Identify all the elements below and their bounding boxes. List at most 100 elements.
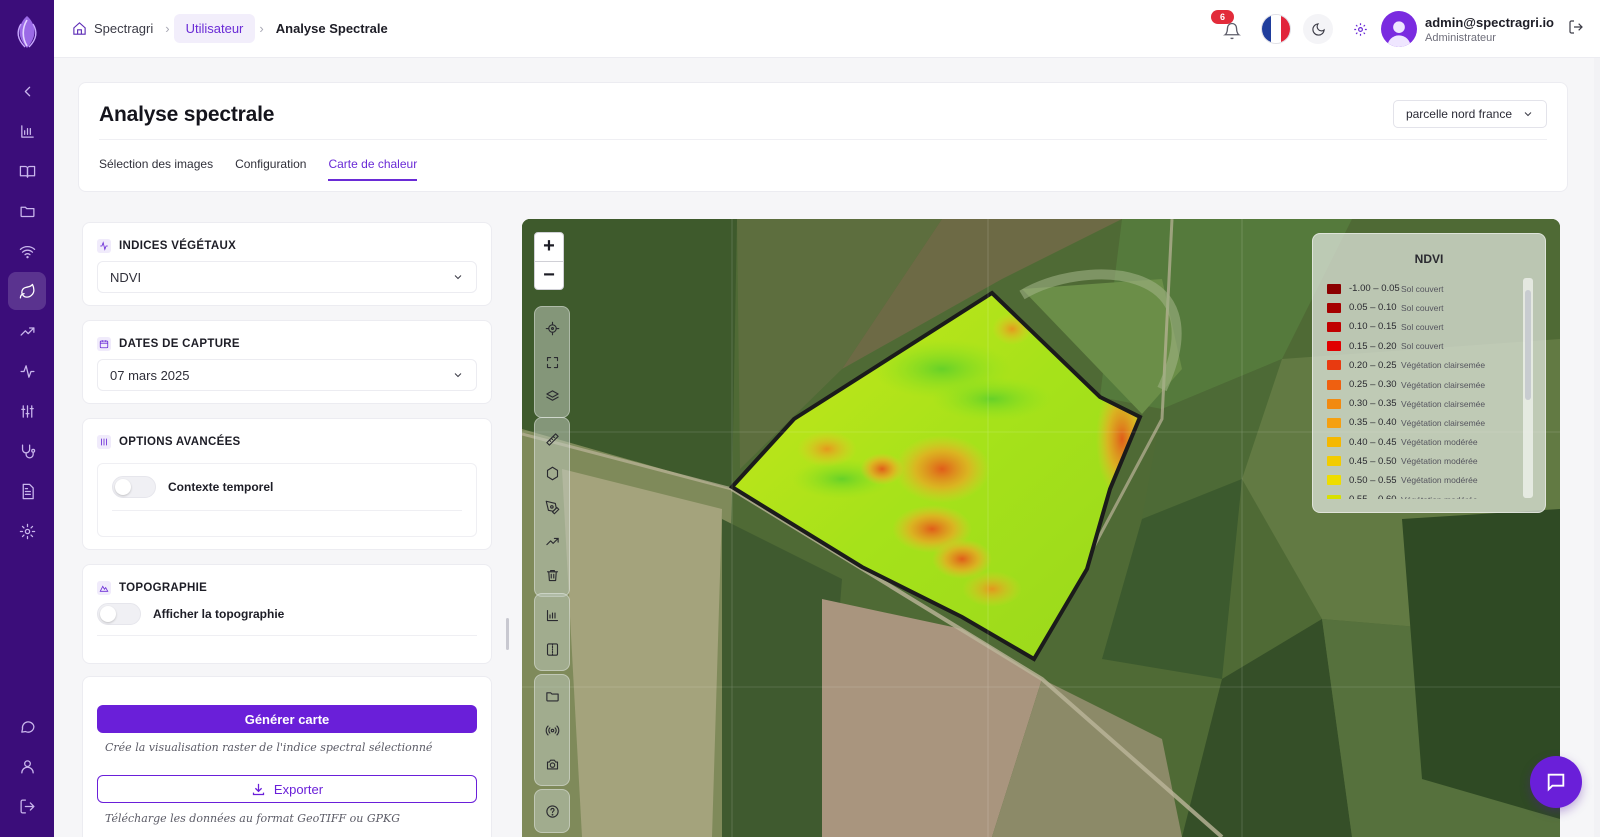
user-avatar-icon [1387, 21, 1411, 47]
measure-button[interactable] [537, 424, 567, 454]
breadcrumb-section[interactable]: Utilisateur [173, 14, 256, 43]
broadcast-icon [545, 725, 559, 735]
legend-swatch [1327, 341, 1341, 352]
tab-image-selection[interactable]: Sélection des images [99, 157, 213, 181]
trend-line-icon [545, 537, 559, 545]
legend-title: NDVI [1414, 252, 1444, 266]
export-button[interactable]: Exporter [97, 775, 477, 803]
gear-icon [1353, 22, 1367, 36]
ruler-icon [545, 432, 559, 446]
topography-toggle[interactable] [97, 603, 141, 625]
draw-line-button[interactable] [537, 526, 567, 556]
legend-scrollbar[interactable] [1523, 278, 1533, 498]
zoom-out-button[interactable]: − [535, 262, 563, 290]
advanced-options-panel: OPTIONS AVANCÉES Contexte temporel [82, 418, 492, 550]
draw-polygon-button[interactable] [537, 458, 567, 488]
bell-icon [1223, 22, 1241, 40]
legend-label: Végétation modérée [1401, 475, 1478, 486]
theme-toggle-button[interactable] [1303, 14, 1334, 44]
legend-label: Sol couvert [1401, 283, 1444, 294]
sliders-icon [97, 435, 111, 449]
legend-range: 0.30 – 0.35 [1349, 398, 1397, 410]
avatar[interactable] [1381, 11, 1418, 47]
fullscreen-icon [546, 356, 558, 368]
sidebar-item-dashboard-icon[interactable] [8, 112, 46, 150]
temporal-context-toggle[interactable] [112, 476, 156, 498]
parcel-select[interactable]: parcelle nord france [1392, 100, 1547, 128]
trash-icon [546, 569, 558, 581]
layers-button[interactable] [537, 381, 567, 411]
chart-button[interactable] [537, 600, 567, 630]
sidebar-item-logout-icon[interactable] [8, 787, 46, 825]
date-select[interactable]: 07 mars 2025 [97, 359, 477, 391]
legend-row: 0.40 – 0.45 Végétation modérée [1327, 433, 1519, 452]
ndvi-legend: NDVI -1.00 – 0.05 Sol couvert 0.05 – 0.10 S… [1312, 233, 1546, 513]
user-role: Administrateur [1425, 31, 1496, 44]
notifications-button[interactable]: 6 [1211, 10, 1245, 42]
logout-button[interactable] [1568, 19, 1588, 39]
legend-label: Végétation clairsemée [1401, 360, 1486, 371]
topography-label: Afficher la topographie [153, 607, 285, 621]
sidebar-item-leaf-icon[interactable] [8, 272, 46, 310]
compare-button[interactable] [537, 634, 567, 664]
legend-label: Végétation modérée [1401, 437, 1478, 448]
draw-pen-button[interactable] [537, 492, 567, 522]
bar-chart-icon [546, 609, 558, 621]
zoom-in-button[interactable]: + [535, 233, 563, 262]
legend-swatch [1327, 475, 1341, 486]
sidebar-item-stethoscope-icon[interactable] [8, 432, 46, 470]
sidebar-item-trend-icon[interactable] [8, 312, 46, 350]
legend-label: Sol couvert [1401, 341, 1444, 352]
map-tools-draw [534, 417, 570, 597]
legend-swatch [1327, 398, 1341, 409]
fullscreen-button[interactable] [537, 347, 567, 377]
sensor-button[interactable] [537, 715, 567, 745]
split-view-icon [546, 642, 558, 656]
sidebar-item-sliders-icon[interactable] [8, 392, 46, 430]
settings-button[interactable] [1345, 14, 1375, 44]
export-label: Exporter [273, 781, 324, 797]
sidebar-item-pulse-icon[interactable] [8, 352, 46, 390]
sidebar-item-report-icon[interactable] [8, 472, 46, 510]
sidebar-item-settings-icon[interactable] [8, 512, 46, 550]
sidebar-item-messages-icon[interactable] [8, 707, 46, 745]
collapse-sidebar-icon[interactable] [8, 72, 46, 110]
delete-button[interactable] [537, 560, 567, 590]
legend-swatch [1327, 379, 1341, 390]
open-folder-button[interactable] [537, 681, 567, 711]
map-view[interactable]: + − NDVI -1.00 – 0.05 Sol couvert 0.05 – 0… [522, 219, 1560, 837]
panel-resize-handle[interactable] [506, 618, 509, 650]
home-icon [73, 22, 86, 35]
spectragri-logo-icon[interactable] [12, 14, 42, 50]
sidebar-item-book-icon[interactable] [8, 152, 46, 190]
legend-range: 0.20 – 0.25 [1349, 359, 1397, 371]
legend-range: -1.00 – 0.05 [1349, 283, 1400, 295]
tab-heatmap[interactable]: Carte de chaleur [328, 157, 418, 181]
page-scrollbar[interactable] [1594, 58, 1600, 837]
legend-label: Sol couvert [1401, 302, 1444, 313]
export-hint: Télécharge les données au format GeoTIFF… [105, 812, 401, 825]
breadcrumb-separator-icon: › [259, 21, 264, 36]
screenshot-button[interactable] [537, 749, 567, 779]
index-select[interactable]: NDVI [97, 261, 477, 293]
sidebar-item-user-icon[interactable] [8, 747, 46, 785]
calendar-icon [97, 337, 111, 351]
sidebar-item-folder-icon[interactable] [8, 192, 46, 230]
legend-range: 0.50 – 0.55 [1349, 474, 1397, 486]
user-info[interactable]: admin@spectragri.io Administrateur [1425, 15, 1554, 44]
chat-button[interactable] [1530, 756, 1582, 808]
sidebar-item-wifi-icon[interactable] [8, 232, 46, 270]
legend-label: Végétation clairsemée [1401, 417, 1486, 428]
breadcrumb-home[interactable]: Spectragri [64, 15, 161, 42]
mountain-icon [97, 581, 111, 595]
legend-row: -1.00 – 0.05 Sol couvert [1327, 279, 1519, 298]
generate-map-button[interactable]: Générer carte [97, 705, 477, 733]
tab-configuration[interactable]: Configuration [235, 157, 306, 181]
help-circle-icon [545, 804, 559, 818]
language-flag-fr-icon[interactable] [1261, 14, 1292, 44]
pen-tool-icon [545, 500, 559, 514]
indices-title: INDICES VÉGÉTAUX [119, 240, 237, 252]
legend-range: 0.15 – 0.20 [1349, 340, 1397, 352]
locate-button[interactable] [537, 313, 567, 343]
help-button[interactable] [537, 796, 567, 826]
